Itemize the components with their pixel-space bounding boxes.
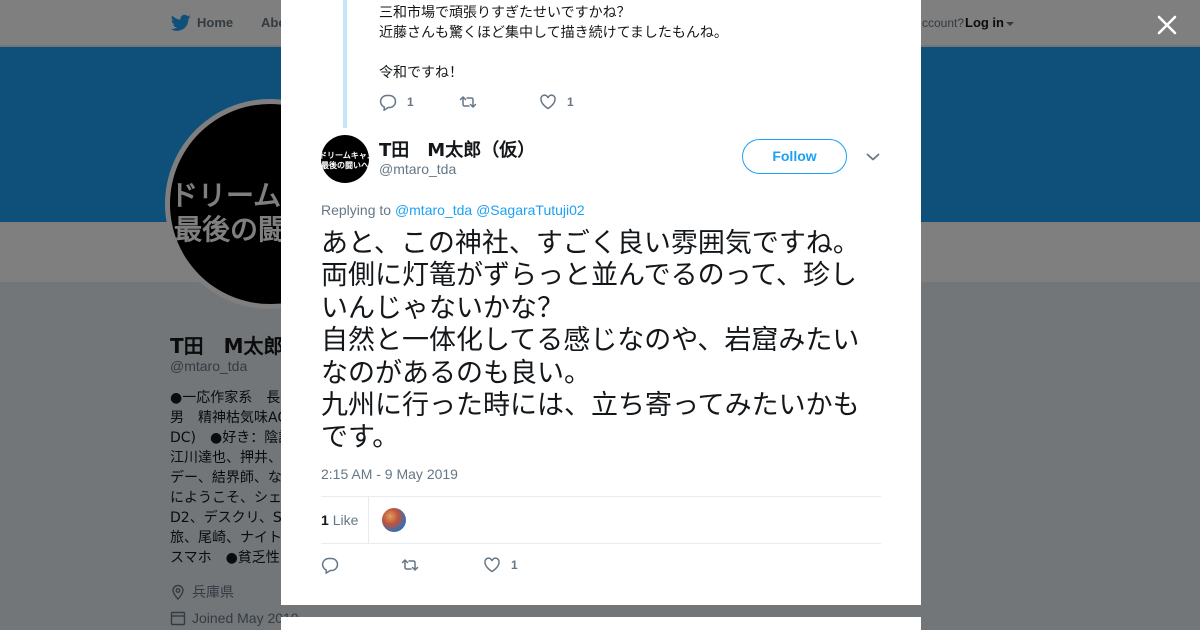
heart-icon <box>540 94 556 110</box>
tweet-timestamp[interactable]: 2:15 AM - 9 May 2019 <box>321 466 458 482</box>
reply-icon <box>321 557 339 574</box>
chevron-down-icon[interactable] <box>866 152 880 162</box>
tweet-text-line: あと、この神社、すごく良い雰囲気ですね。 <box>321 228 860 259</box>
tweet-text: あと、この神社、すごく良い雰囲気ですね。 両側に灯篭がずらっと並んでるのって、珍… <box>321 228 891 455</box>
like-count: 1 <box>511 558 518 572</box>
tweet-text-line: 令和ですね！ <box>379 65 463 81</box>
reply-count: 1 <box>407 95 414 109</box>
tweet-text-line: 九州に行った時には、立ち寄ってみたいかも <box>321 390 860 422</box>
avatar-text-line2: 最後の闘いへ <box>321 161 369 170</box>
like-button[interactable]: 1 <box>539 92 574 112</box>
tweet-text-line <box>379 43 728 63</box>
tweet-text-line: いんじゃないかな？ <box>321 292 564 324</box>
reply-icon <box>379 94 397 111</box>
mention-link[interactable]: @SagaraTutuji02 <box>476 202 585 218</box>
close-icon[interactable] <box>1154 12 1180 38</box>
like-button[interactable]: 1 <box>483 555 518 575</box>
thread-connector-line <box>343 0 347 128</box>
next-tweet-card <box>281 617 921 630</box>
retweet-button[interactable] <box>401 555 429 575</box>
tweet-stats: 1 Like <box>321 496 881 544</box>
tweet-text-line: 近藤さんも驚くほど集中して描き続けてましたもんね。 <box>379 25 728 41</box>
follow-button[interactable]: Follow <box>742 139 847 174</box>
previous-tweet-text: 三和市場で頑張りすぎたせいですかね？ 近藤さんも驚くほど集中して描き続けてました… <box>379 3 728 83</box>
tweet-text-line: 両側に灯篭がずらっと並んでるのって、珍し <box>321 260 857 292</box>
reply-button[interactable]: 1 <box>379 92 414 112</box>
replying-to: Replying to @mtaro_tda @SagaraTutuji02 <box>321 202 585 218</box>
likes-stat[interactable]: 1 Like <box>321 497 369 543</box>
tweet-text-line: なのがあるのも良い。 <box>321 357 591 389</box>
retweet-button[interactable] <box>459 92 487 112</box>
liker-avatar[interactable] <box>382 508 406 532</box>
likes-label: Like <box>332 512 359 528</box>
tweet-permalink-modal: 三和市場で頑張りすぎたせいですかね？ 近藤さんも驚くほど集中して描き続けてました… <box>281 0 921 605</box>
tweet-text-line: 三和市場で頑張りすぎたせいですかね？ <box>379 5 631 21</box>
retweet-icon <box>401 559 419 571</box>
author-name[interactable]: T田 M太郎（仮） <box>379 136 535 162</box>
tweet-text-line: 自然と一体化してる感じなのや、岩窟みたい <box>321 325 860 357</box>
retweet-icon <box>459 96 477 108</box>
author-handle[interactable]: @mtaro_tda <box>379 161 456 177</box>
reply-button[interactable] <box>321 555 349 575</box>
heart-icon <box>484 557 500 573</box>
like-count: 1 <box>567 95 574 109</box>
author-avatar[interactable]: ドリームキャスト 最後の闘いへ <box>321 135 369 183</box>
tweet-text-line: です。 <box>321 422 400 454</box>
replying-prefix: Replying to <box>321 202 392 218</box>
mention-link[interactable]: @mtaro_tda <box>395 202 472 218</box>
likes-count: 1 <box>321 512 329 528</box>
